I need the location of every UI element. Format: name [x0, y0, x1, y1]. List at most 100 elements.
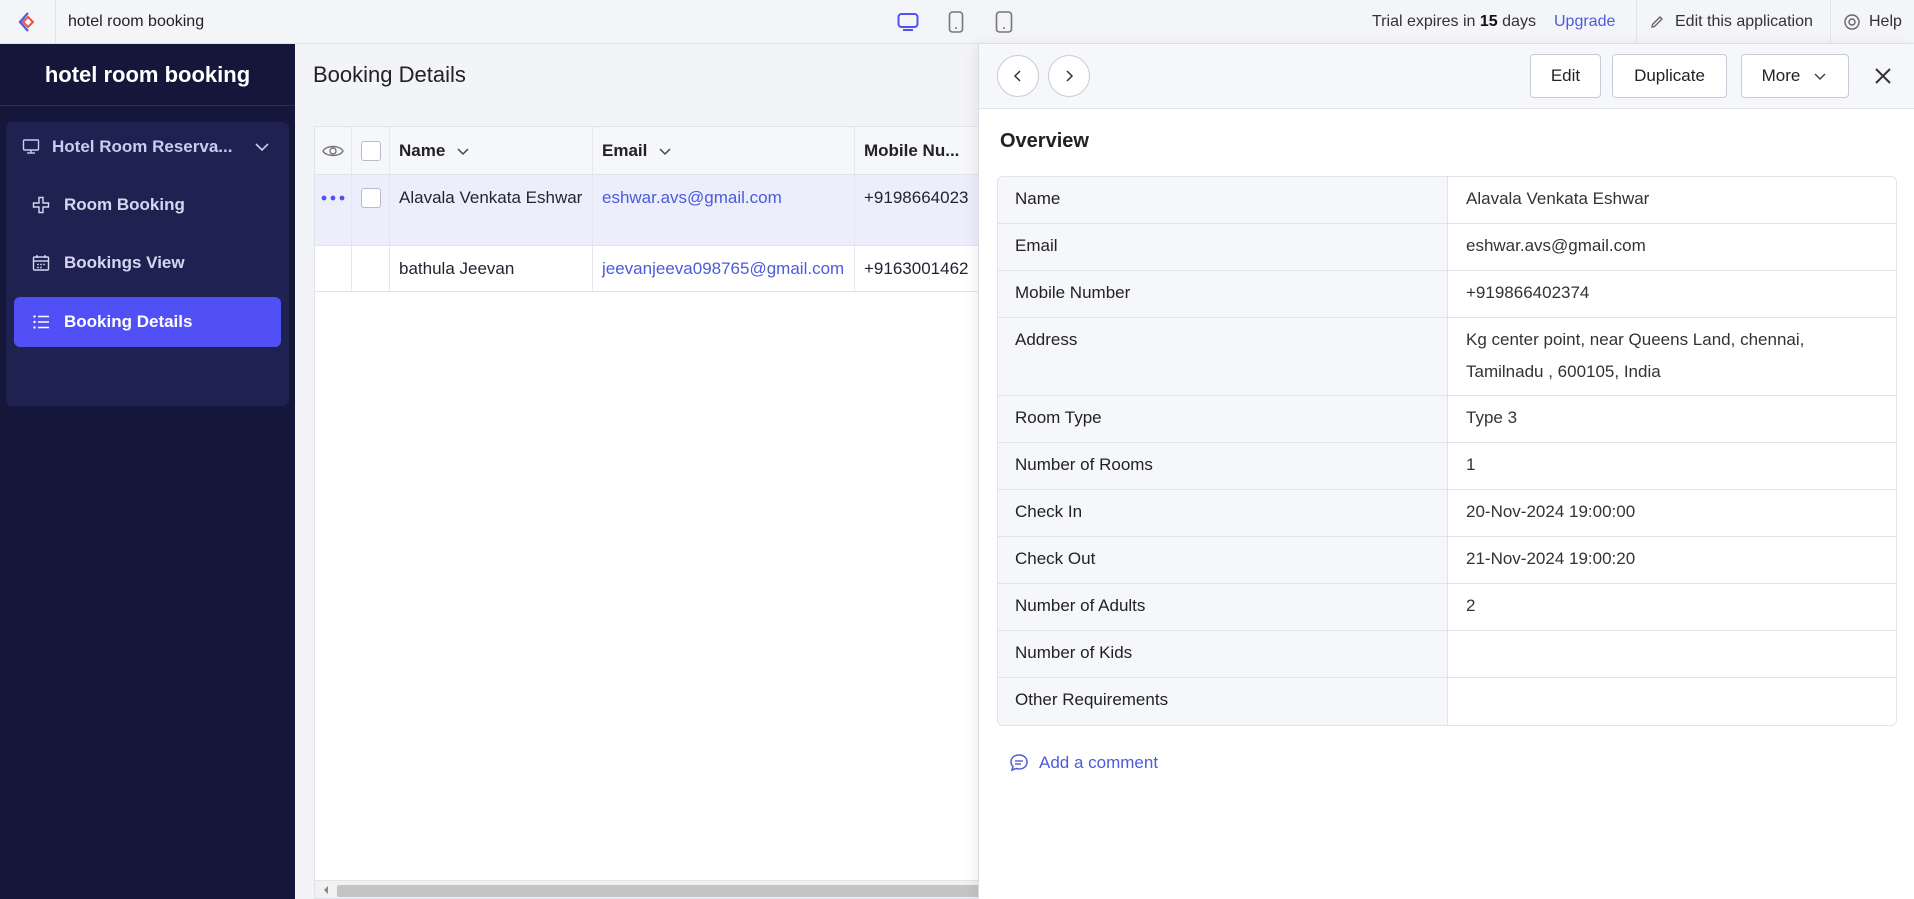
field-value: +919866402374: [1466, 283, 1590, 302]
cell-email-link[interactable]: eshwar.avs@gmail.com: [593, 175, 855, 245]
field-label: Number of Kids: [998, 631, 1448, 677]
field-row-number-of-adults: Number of Adults 2: [998, 584, 1896, 631]
panel-toolbar: Edit Duplicate More: [979, 44, 1914, 109]
tablet-view-icon[interactable]: [942, 8, 970, 36]
row-checkbox[interactable]: [360, 188, 381, 208]
field-label: Number of Rooms: [998, 443, 1448, 489]
scroll-left-icon[interactable]: [321, 885, 331, 895]
desktop-view-icon[interactable]: [894, 8, 922, 36]
select-all-cell: [352, 127, 390, 174]
edit-application-button[interactable]: Edit this application: [1636, 0, 1830, 44]
cell-email-link[interactable]: jeevanjeeva098765@gmail.com: [593, 246, 855, 291]
field-value-email-link[interactable]: eshwar.avs@gmail.com: [1448, 224, 1896, 270]
sidebar-section-header[interactable]: Hotel Room Reserva...: [6, 122, 289, 172]
page-title: Booking Details: [313, 62, 466, 87]
chevron-down-icon: [457, 147, 469, 155]
field-row-room-type: Room Type Type 3: [998, 396, 1896, 443]
add-comment-label: Add a comment: [1039, 753, 1159, 772]
field-value: Alavala Venkata Eshwar: [1466, 189, 1650, 208]
field-label: Address: [998, 318, 1448, 395]
field-value: Type 3: [1466, 408, 1518, 427]
sidebar-item-bookings-view[interactable]: Bookings View: [14, 238, 281, 288]
field-label: Check In: [998, 490, 1448, 536]
sidebar-item-booking-details[interactable]: Booking Details: [14, 297, 281, 347]
plus-cross-icon: [32, 196, 50, 214]
field-value: 21-Nov-2024 19:00:20: [1466, 549, 1636, 568]
sidebar-item-label: Booking Details: [64, 312, 193, 331]
field-label: Mobile Number: [998, 271, 1448, 317]
table-row[interactable]: bathula Jeevan jeevanjeeva098765@gmail.c…: [315, 246, 979, 292]
sidebar-item-room-booking[interactable]: Room Booking: [14, 180, 281, 230]
lifebuoy-icon: [1844, 14, 1860, 30]
cell-name: Alavala Venkata Eshwar: [390, 175, 593, 245]
app-name: hotel room booking: [68, 13, 205, 30]
list-icon: [33, 315, 49, 329]
sidebar-item-label: Bookings View: [64, 253, 185, 272]
next-record-button[interactable]: [1048, 55, 1090, 97]
duplicate-button[interactable]: Duplicate: [1612, 54, 1727, 98]
field-row-check-out: Check Out 21-Nov-2024 19:00:20: [998, 537, 1896, 584]
field-value: 1: [1466, 455, 1476, 474]
device-switcher: [894, 8, 1018, 36]
upgrade-link[interactable]: Upgrade: [1554, 0, 1615, 44]
monitor-icon: [22, 139, 40, 154]
mobile-view-icon[interactable]: [990, 8, 1018, 36]
chevron-left-icon: [1013, 70, 1021, 82]
column-header-mobile[interactable]: Mobile Nu...: [855, 127, 979, 174]
column-header-label: Name: [399, 140, 446, 160]
pencil-icon: [1651, 16, 1663, 28]
add-comment-link[interactable]: Add a comment: [1009, 753, 1158, 773]
field-row-check-in: Check In 20-Nov-2024 19:00:00: [998, 490, 1896, 537]
sidebar-item-label: Room Booking: [64, 195, 185, 214]
help-label: Help: [1869, 13, 1902, 30]
overview-table: Name Alavala Venkata Eshwar Email eshwar…: [997, 176, 1897, 726]
trial-notice: Trial expires in 15 days: [1372, 0, 1536, 44]
column-visibility-icon[interactable]: [315, 127, 352, 174]
overview-title: Overview: [1000, 130, 1089, 152]
field-value: 2: [1466, 596, 1476, 615]
previous-record-button[interactable]: [997, 55, 1039, 97]
cell-name: bathula Jeevan: [390, 246, 593, 291]
cell-mobile: +9198664023: [864, 188, 969, 207]
field-row-email: Email eshwar.avs@gmail.com: [998, 224, 1896, 271]
field-row-number-of-kids: Number of Kids: [998, 631, 1896, 678]
field-label: Other Requirements: [998, 678, 1448, 725]
chevron-down-icon: [1814, 73, 1826, 81]
field-value: [1448, 631, 1896, 677]
close-icon[interactable]: [1867, 60, 1899, 92]
row-actions-icon[interactable]: [315, 175, 352, 245]
sidebar-app-title: hotel room booking: [0, 44, 295, 106]
help-button[interactable]: Help: [1830, 0, 1914, 44]
app-logo-icon[interactable]: [0, 0, 56, 44]
sidebar-section-label: Hotel Room Reserva...: [52, 137, 233, 156]
records-table: Name Email Mobile Nu... Alavala Venkata …: [314, 126, 979, 899]
calendar-icon: [32, 255, 50, 271]
edit-application-label: Edit this application: [1675, 13, 1813, 30]
column-header-label: Mobile Nu...: [864, 140, 960, 160]
scrollbar-thumb[interactable]: [337, 885, 979, 897]
horizontal-scrollbar[interactable]: [315, 880, 979, 898]
field-value: [1448, 678, 1896, 725]
trial-prefix: Trial expires in: [1372, 13, 1476, 30]
column-header-label: Email: [602, 140, 648, 160]
field-label: Number of Adults: [998, 584, 1448, 630]
field-value: Kg center point, near Queens Land, chenn…: [1466, 330, 1805, 381]
select-all-checkbox[interactable]: [360, 140, 381, 161]
column-header-name[interactable]: Name: [390, 127, 593, 174]
more-button[interactable]: More: [1741, 54, 1849, 98]
cell-mobile: +9163001462: [864, 259, 969, 278]
edit-button[interactable]: Edit: [1530, 54, 1601, 98]
field-label: Room Type: [998, 396, 1448, 442]
table-row[interactable]: Alavala Venkata Eshwar eshwar.avs@gmail.…: [315, 175, 979, 246]
field-row-address: Address Kg center point, near Queens Lan…: [998, 318, 1896, 396]
top-bar: hotel room booking Trial expires in 15 d…: [0, 0, 1914, 44]
sidebar-section: Hotel Room Reserva... Room Booking Booki…: [6, 122, 289, 406]
row-actions-cell: [315, 246, 352, 291]
field-row-mobile: Mobile Number +919866402374: [998, 271, 1896, 318]
comment-icon: [1010, 754, 1028, 772]
main-content: Booking Details Name Email Mobile Nu...: [295, 44, 979, 899]
row-select-cell: [352, 175, 390, 245]
column-header-email[interactable]: Email: [593, 127, 855, 174]
row-select-cell: [352, 246, 390, 291]
more-label: More: [1761, 66, 1801, 85]
